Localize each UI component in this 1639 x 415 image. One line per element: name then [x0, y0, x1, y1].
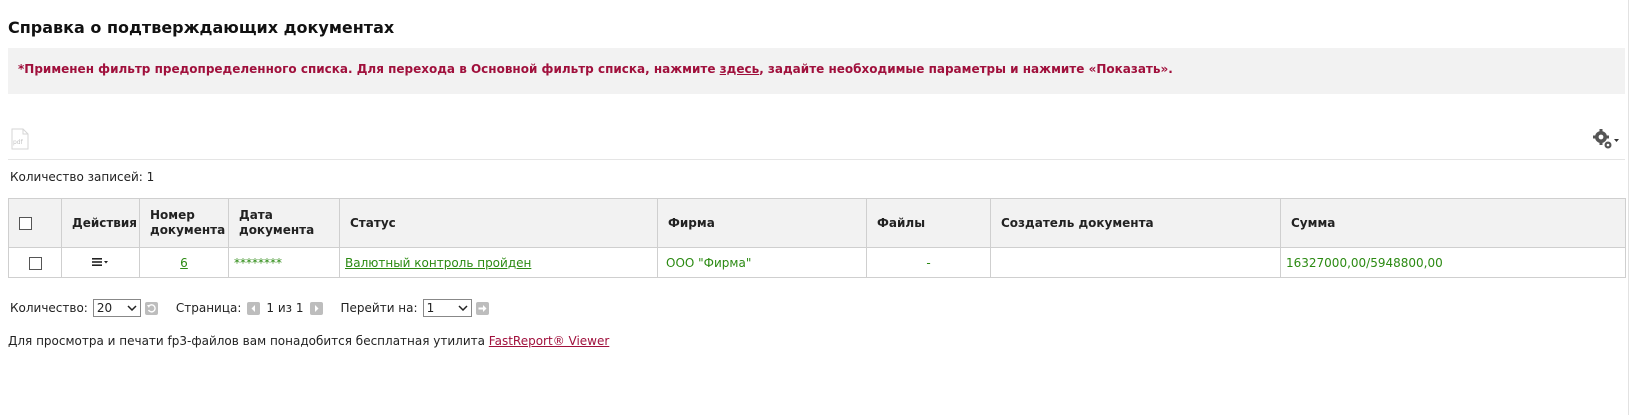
right-divider [1628, 0, 1629, 415]
goto-label: Перейти на: [340, 301, 418, 315]
pagination-bar: Количество: 20 Страница: 1 из 1 Перейти … [10, 298, 489, 318]
toolbar-divider [8, 159, 1625, 160]
column-header-status[interactable]: Статус [339, 198, 658, 248]
page-info: 1 из 1 [266, 301, 304, 315]
chevron-down-icon [127, 305, 137, 311]
select-all-checkbox[interactable] [19, 216, 32, 230]
page-title: Справка о подтверждающих документах [8, 18, 395, 37]
creator-cell [990, 247, 1281, 278]
footer-text: Для просмотра и печати fp3-файлов вам по… [8, 334, 489, 348]
notice-here-link[interactable]: здесь [720, 62, 760, 76]
document-number-cell: 6 [139, 247, 229, 278]
documents-table: Действия Номер документа Дата документа … [8, 198, 1626, 278]
footer-note: Для просмотра и печати fp3-файлов вам по… [8, 334, 609, 348]
column-header-files: Файлы [866, 198, 991, 248]
prev-page-icon[interactable] [247, 301, 261, 315]
notice-suffix: , задайте необходимые параметры и нажмит… [759, 62, 1173, 76]
column-header-creator[interactable]: Создатель документа [990, 198, 1281, 248]
count-label: Количество: [10, 301, 88, 315]
row-checkbox[interactable] [28, 256, 42, 270]
table-row: 6 ******** Валютный контроль пройден ООО… [8, 247, 1626, 278]
chevron-down-icon [458, 305, 468, 311]
notice-prefix: *Применен фильтр предопределенного списк… [18, 62, 720, 76]
page-label: Страница: [175, 301, 242, 315]
status-cell: Валютный контроль пройден [339, 247, 658, 278]
menu-icon[interactable] [91, 257, 110, 267]
select-all-cell [8, 198, 62, 248]
files-cell: - [866, 247, 991, 278]
fastreport-viewer-link[interactable]: FastReport® Viewer [489, 334, 610, 348]
next-page-icon[interactable] [309, 301, 323, 315]
record-count: Количество записей: 1 [10, 170, 155, 184]
page-size-select[interactable]: 20 [92, 299, 141, 317]
goto-page-select[interactable]: 1 [422, 299, 472, 317]
pdf-label: pdf [13, 139, 24, 146]
document-date-cell: ******** [228, 247, 340, 278]
firm-cell: ООО "Фирма" [657, 247, 867, 278]
column-header-date[interactable]: Дата документа [228, 198, 340, 248]
chevron-down-icon [1614, 139, 1619, 142]
column-header-actions: Действия [61, 198, 140, 248]
gear-icon[interactable] [1592, 128, 1620, 152]
sum-cell: 16327000,00/5948800,00 [1280, 247, 1626, 278]
pdf-icon[interactable]: pdf [11, 128, 29, 150]
row-actions-cell [61, 247, 140, 278]
column-header-sum[interactable]: Сумма [1280, 198, 1626, 248]
goto-arrow-icon[interactable] [475, 301, 489, 315]
row-select-cell [8, 247, 62, 278]
goto-page-value: 1 [426, 301, 435, 315]
column-header-number[interactable]: Номер документа [139, 198, 229, 248]
table-header-row: Действия Номер документа Дата документа … [8, 198, 1626, 248]
column-header-firm[interactable]: Фирма [657, 198, 867, 248]
filter-notice: *Применен фильтр предопределенного списк… [8, 48, 1625, 94]
status-link[interactable]: Валютный контроль пройден [345, 256, 531, 270]
document-number-link[interactable]: 6 [180, 256, 188, 270]
refresh-icon[interactable] [144, 301, 158, 315]
page-size-value: 20 [96, 301, 113, 315]
